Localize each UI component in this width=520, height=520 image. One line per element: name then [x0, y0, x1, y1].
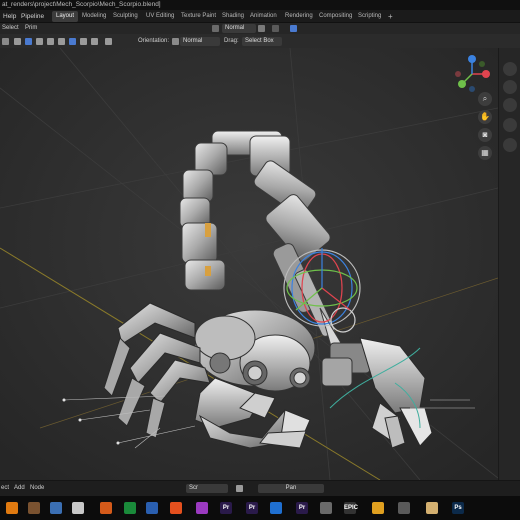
zoom-icon[interactable]: ⌕ — [478, 92, 492, 106]
sidebar-tab-4[interactable] — [503, 118, 517, 132]
tool-settings-row: Orientation: Normal Drag: Select Box — [0, 34, 520, 48]
taskbar-app-12[interactable] — [270, 502, 282, 514]
taskbar-app-17[interactable] — [398, 502, 410, 514]
tool-icon-2[interactable] — [47, 38, 54, 45]
navigation-gizmo[interactable] — [452, 54, 492, 94]
tab-modeling[interactable]: Modeling — [78, 11, 110, 22]
taskbar-app-7[interactable] — [146, 502, 158, 514]
taskbar-app-19[interactable]: Ps — [452, 502, 464, 514]
select-menu[interactable]: Select — [2, 25, 19, 31]
taskbar-app-5[interactable] — [100, 502, 112, 514]
taskbar-app-8[interactable] — [170, 502, 182, 514]
sidebar-tab-3[interactable] — [503, 98, 517, 112]
link-icon[interactable] — [236, 485, 243, 492]
sidebar-tab-5[interactable] — [503, 138, 517, 152]
drag-label: Drag: — [224, 38, 239, 44]
add-workspace-button[interactable]: + — [384, 11, 397, 22]
tab-animation[interactable]: Animation — [246, 11, 281, 22]
pan-hand-icon[interactable]: ✋ — [478, 110, 492, 124]
taskbar-app-6[interactable] — [124, 502, 136, 514]
os-taskbar: Pr Pr Pr EPIC Ps — [0, 496, 520, 520]
snap-icon[interactable] — [258, 25, 265, 32]
tool-icon-1[interactable] — [36, 38, 43, 45]
3d-viewport[interactable]: 4 — [0, 48, 498, 480]
taskbar-app-4[interactable] — [72, 502, 84, 514]
tab-uv-editing[interactable]: UV Editing — [142, 11, 178, 22]
n-panel-sidebar[interactable] — [498, 48, 520, 480]
taskbar-app-15[interactable]: EPIC — [344, 502, 358, 514]
sidebar-tab-1[interactable] — [503, 62, 517, 76]
pivot-dropdown[interactable]: Normal — [222, 24, 256, 33]
scorpion-render — [0, 48, 498, 480]
bottom-select-menu[interactable]: ect — [1, 485, 9, 491]
taskbar-app-13[interactable]: Pr — [296, 502, 308, 514]
menu-help[interactable]: Help — [0, 10, 19, 23]
taskbar-app-18[interactable] — [426, 502, 438, 514]
tab-sculpting[interactable]: Sculpting — [109, 11, 142, 22]
tool-icon-5[interactable] — [80, 38, 87, 45]
tool-icon-6[interactable] — [91, 38, 98, 45]
proportional-edit-icon[interactable] — [272, 25, 279, 32]
tab-texture-paint[interactable]: Texture Paint — [177, 11, 220, 22]
viewport-header: Select Prim Normal — [0, 23, 520, 34]
orientation-label: Orientation: — [138, 38, 170, 44]
camera-view-icon[interactable]: ◙ — [478, 128, 492, 142]
orientation-dropdown[interactable]: Normal — [180, 37, 220, 46]
tab-layout[interactable]: Layout — [52, 11, 79, 22]
tab-rendering[interactable]: Rendering — [281, 11, 317, 22]
bottom-add-menu[interactable]: Add — [14, 485, 25, 491]
taskbar-app-14[interactable] — [320, 502, 332, 514]
select-mode-icon[interactable] — [14, 38, 21, 45]
mode-icon[interactable] — [2, 38, 9, 45]
pivot-icon[interactable] — [212, 25, 219, 32]
menu-pipeline[interactable]: Pipeline — [18, 10, 47, 23]
taskbar-app-3[interactable] — [50, 502, 62, 514]
tab-scripting[interactable]: Scripting — [354, 11, 385, 22]
window-title: at_renders\project\Mech_Scorpio\Mech_Sco… — [0, 0, 520, 10]
taskbar-app-10[interactable]: Pr — [220, 502, 232, 514]
tab-shading[interactable]: Shading — [218, 11, 248, 22]
taskbar-app-11[interactable]: Pr — [246, 502, 258, 514]
bottom-editor-header: ect Add Node Scr Pan — [0, 480, 520, 497]
tab-compositing[interactable]: Compositing — [315, 11, 356, 22]
status-field-right[interactable]: Pan — [258, 484, 324, 493]
select-box-icon[interactable] — [25, 38, 32, 45]
ortho-grid-icon[interactable]: ▦ — [478, 146, 492, 160]
sidebar-tab-2[interactable] — [503, 80, 517, 94]
taskbar-app-2[interactable] — [28, 502, 40, 514]
status-field-left[interactable]: Scr — [186, 484, 228, 493]
tool-icon-3[interactable] — [58, 38, 65, 45]
taskbar-app-9[interactable] — [196, 502, 208, 514]
taskbar-app-16[interactable] — [372, 502, 384, 514]
orientation-icon — [172, 38, 179, 45]
tool-icon-7[interactable] — [105, 38, 112, 45]
drag-dropdown[interactable]: Select Box — [242, 37, 282, 46]
tool-icon-4[interactable] — [69, 38, 76, 45]
taskbar-app-1[interactable] — [6, 502, 18, 514]
overlay-icon[interactable] — [290, 25, 297, 32]
top-bar: Help Pipeline Layout Modeling Sculpting … — [0, 10, 520, 23]
prim-menu[interactable]: Prim — [25, 25, 37, 31]
bottom-node-menu[interactable]: Node — [30, 485, 44, 491]
